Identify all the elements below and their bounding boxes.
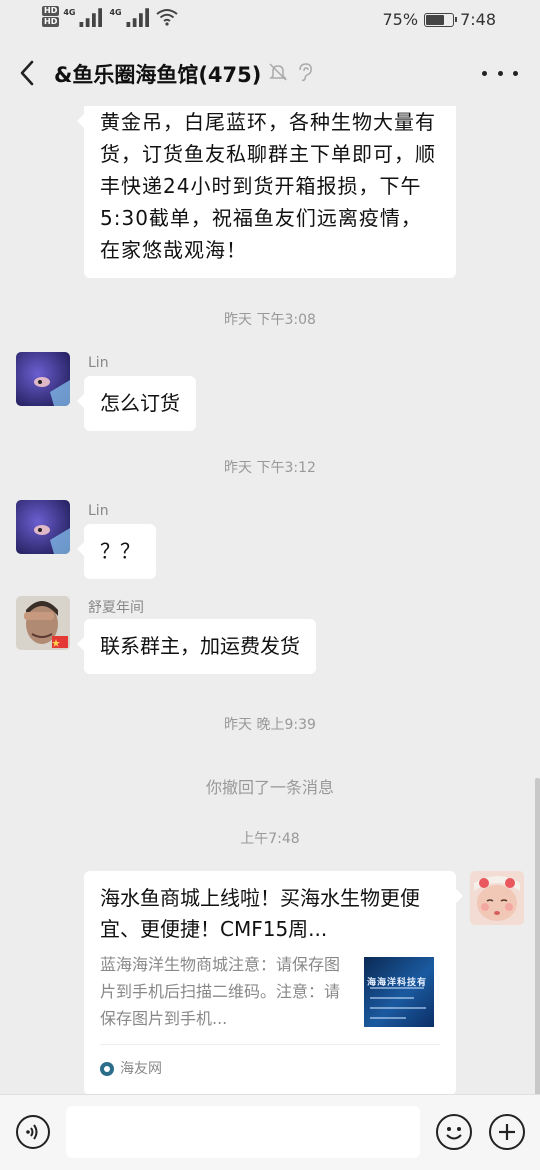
signal-icon [79,7,103,27]
message-text: 黄金吊，白尾蓝环，各种生物大量有货，订货鱼友私聊群主下单即可，顺丰快递24小时到… [100,110,436,262]
link-card-source: 海友网 [120,1061,162,1077]
sender-name: 舒夏年间 [88,600,144,616]
avatar[interactable] [16,352,70,406]
more-options-button[interactable] [482,62,518,84]
title-status-icons [268,62,314,82]
scrollbar[interactable] [535,778,540,1096]
link-card[interactable]: 海水鱼商城上线啦！买海水生物更便宜、更便捷！CMF15周... 蓝海海洋生物商城… [84,871,463,1094]
chevron-left-icon [20,60,34,86]
hd-badge-sim1: HD [42,6,60,16]
link-card-thumbnail-text: 海海洋科技有 [367,978,428,988]
emoji-button[interactable] [436,1114,472,1150]
battery-percent: 75% [382,10,419,29]
recall-notice: 你撤回了一条消息 [205,778,334,797]
message-bubble[interactable]: 黄金吊，白尾蓝环，各种生物大量有货，订货鱼友私聊群主下单即可，顺丰快递24小时到… [77,106,456,278]
sender-name: Lin [88,503,109,519]
message-text: 联系群主，加运费发货 [100,634,300,658]
bell-muted-icon [269,63,287,81]
avatar-image-self [470,871,524,925]
timestamp: 昨天 下午3:12 [224,460,316,476]
chat-header: &鱼乐圈海鱼馆(475) [0,40,540,106]
message-text: ？？ [100,539,140,563]
timestamp: 上午7:48 [240,831,300,847]
input-bar [0,1094,540,1170]
link-card-description: 蓝海海洋生物商城注意：请保存图片到手机后扫描二维码。注意：请保存图片到手机... [100,955,341,1028]
avatar-image-shuxia [16,596,70,650]
plus-button[interactable] [489,1114,525,1150]
source-app-icon [100,1062,114,1076]
avatar-image-lin [16,500,70,554]
plus-icon [499,1124,515,1140]
message-bubble[interactable]: 联系群主，加运费发货 [77,619,316,674]
thumbnail-line [370,1017,406,1019]
battery-icon [424,12,458,27]
thumbnail-line [370,1007,426,1009]
timestamp: 昨天 晚上9:39 [224,717,316,733]
signal-icon [126,7,149,27]
more-dot [497,70,503,76]
avatar-image-lin [16,352,70,406]
sender-name: Lin [88,355,109,371]
timestamp: 昨天 下午3:08 [224,312,316,328]
link-card-body: 蓝海海洋生物商城注意：请保存图片到手机后扫描二维码。注意：请保存图片到手机...… [100,951,440,1032]
avatar[interactable] [16,596,70,650]
more-dot [482,70,487,76]
battery-level-fill [426,14,445,25]
message-input[interactable] [66,1106,420,1158]
avatar[interactable] [16,500,70,554]
thumbnail-line [370,997,414,999]
sim1-network-label: 4G [63,8,76,17]
link-card-footer: 海友网 [100,1044,440,1085]
message-text: 怎么订货 [100,391,180,415]
voice-icon [26,1124,38,1140]
status-right: 75% 7:48 [383,10,497,29]
more-dot [513,70,518,76]
emoji-icon [446,1127,462,1140]
thumbnail-line [370,987,424,989]
status-bar: HD HD 4G 4G 75% 7:48 [0,0,540,40]
link-card-title: 海水鱼商城上线啦！买海水生物更便宜、更便捷！CMF15周... [100,886,420,941]
wifi-icon [156,8,178,26]
clock: 7:48 [460,10,496,29]
message-bubble[interactable]: 怎么订货 [77,376,196,431]
sim2-network-label: 4G [109,8,122,17]
self-avatar[interactable] [470,871,524,925]
message-list[interactable]: 黄金吊，白尾蓝环，各种生物大量有货，订货鱼友私聊群主下单即可，顺丰快递24小时到… [0,106,540,1094]
ear-icon [299,63,312,82]
back-button[interactable] [10,56,44,90]
message-bubble[interactable]: ？？ [77,524,156,579]
link-card-thumbnail: 海海洋科技有 [364,957,434,1027]
network-indicators: HD HD 4G 4G [42,6,178,27]
hd-badge-sim2: HD [42,17,60,27]
chat-title: &鱼乐圈海鱼馆(475) [54,63,262,87]
voice-input-button[interactable] [16,1115,50,1149]
